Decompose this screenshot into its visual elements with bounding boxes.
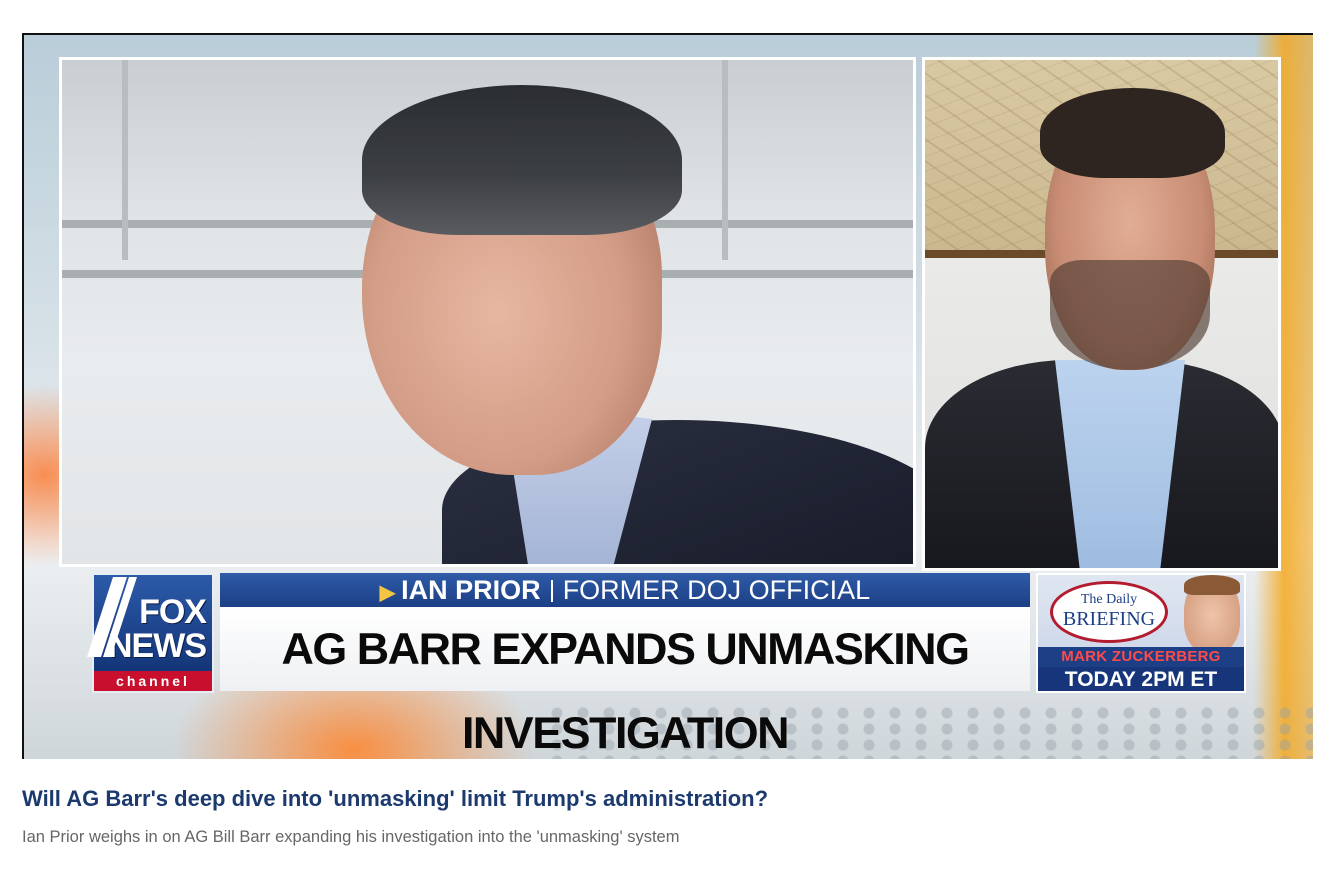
promo-guest-name: MARK ZUCKERBERG bbox=[1038, 647, 1244, 667]
guest-name: IAN PRIOR bbox=[401, 575, 541, 605]
fox-news-logo: FOX NEWS channel bbox=[87, 573, 214, 693]
lower-third-headline: AG BARR EXPANDS UNMASKING INVESTIGATION bbox=[220, 607, 1030, 758]
guest-hair bbox=[1040, 88, 1225, 178]
article-description: Ian Prior weighs in on AG Bill Barr expa… bbox=[22, 828, 680, 846]
guest-role: FORMER DOJ OFFICIAL bbox=[562, 575, 871, 605]
promo-guest-hair bbox=[1184, 575, 1240, 595]
subject-hair bbox=[362, 85, 682, 235]
show-name-line2: BRIEFING bbox=[1062, 608, 1156, 630]
promo-graphic: The Daily BRIEFING MARK ZUCKERBERG TODAY… bbox=[1036, 573, 1246, 693]
play-triangle-icon: ▶ bbox=[379, 582, 396, 604]
guest-beard bbox=[1050, 260, 1210, 370]
show-logo: The Daily BRIEFING bbox=[1050, 581, 1168, 643]
wall-column bbox=[122, 60, 128, 260]
divider bbox=[550, 580, 553, 602]
logo-text-channel: channel bbox=[94, 671, 212, 691]
promo-time: TODAY 2PM ET bbox=[1038, 667, 1244, 691]
wall-column bbox=[722, 60, 728, 260]
video-player[interactable]: FOX NEWS channel ▶ IAN PRIOR FORMER DOJ OF… bbox=[22, 33, 1313, 759]
guest-video-panel bbox=[922, 57, 1281, 571]
article-title-link[interactable]: Will AG Barr's deep dive into 'unmasking… bbox=[22, 786, 768, 812]
lower-third-nameplate: ▶ IAN PRIOR FORMER DOJ OFFICIAL bbox=[220, 573, 1030, 607]
show-name-line1: The Daily bbox=[1080, 592, 1138, 607]
main-photo-panel bbox=[59, 57, 916, 567]
